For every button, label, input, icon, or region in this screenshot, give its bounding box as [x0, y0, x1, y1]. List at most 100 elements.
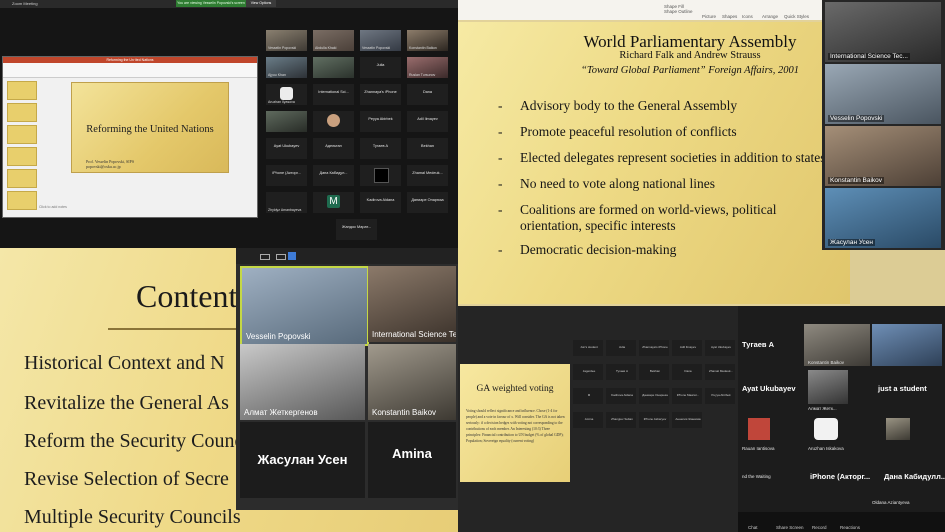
participant-tile[interactable]: iPhone Максат...: [672, 388, 702, 404]
ribbon-picture[interactable]: Picture: [702, 14, 716, 19]
ppt-ribbon[interactable]: Picture Shapes Icons Arrange Quick Style…: [458, 0, 822, 20]
grid-view-icon[interactable]: [288, 252, 296, 260]
participant-tile[interactable]: Ayat Ukubayev: [705, 340, 735, 356]
slide-thumbnail[interactable]: [7, 169, 37, 188]
participant-tile[interactable]: Jagerdee: [573, 364, 603, 380]
participant-tile[interactable]: Adil Ilmayev: [672, 340, 702, 356]
slide-thumbnail[interactable]: [7, 125, 37, 144]
participant-tile[interactable]: Konstantin Baikov: [407, 30, 448, 51]
notes-pane[interactable]: Click to add notes: [39, 205, 253, 212]
speaker-view-icon[interactable]: [260, 254, 270, 260]
participant-tile[interactable]: Даниаре Онарюза: [407, 192, 448, 213]
gallery-view-icon[interactable]: [276, 254, 286, 260]
participant-tile[interactable]: Julia: [606, 340, 636, 356]
participant-name: M: [587, 393, 591, 397]
participant-tile[interactable]: Алмат Жеткергенов: [240, 344, 365, 420]
participant-tile-active-speaker[interactable]: Vesselin Popovski: [240, 266, 369, 346]
participant-tile[interactable]: M: [573, 388, 603, 404]
participant-tile[interactable]: Дана Кабидул...: [313, 165, 354, 186]
share-screen-button[interactable]: Share Screen: [776, 525, 804, 530]
slide-thumbnail[interactable]: [7, 147, 37, 166]
slide-canvas[interactable]: World Parliamentary Assembly Richard Fal…: [458, 22, 850, 304]
participant-tile[interactable]: Ruslan Tursunov: [407, 57, 448, 78]
ppt-ribbon[interactable]: [3, 63, 257, 78]
participant-tile[interactable]: International Science Tec...: [368, 266, 456, 342]
record-button[interactable]: Record: [812, 525, 827, 530]
view-options-button[interactable]: View Options: [246, 0, 276, 7]
ribbon-shapes[interactable]: Shapes: [722, 14, 737, 19]
participant-label: Bekhan: [421, 144, 434, 148]
participant-tile[interactable]: Аннелия Жанкова: [672, 412, 702, 428]
participant-tile[interactable]: Bekhan: [407, 138, 448, 159]
participant-tile[interactable]: iPhone Asbaryev: [639, 412, 669, 428]
participant-label: Жасулан Усен: [257, 452, 348, 467]
participant-tile[interactable]: Zhannaya's iPhone: [360, 84, 401, 105]
participant-tile[interactable]: [313, 111, 354, 132]
participant-tile[interactable]: [808, 370, 848, 404]
participant-tile[interactable]: [360, 165, 401, 186]
participant-tile[interactable]: Peyya Abirbek: [705, 388, 735, 404]
participant-tile[interactable]: [266, 111, 307, 132]
ribbon-icons[interactable]: Icons: [742, 14, 753, 19]
participant-tile[interactable]: Жандос Марат...: [336, 219, 377, 240]
participant-tile[interactable]: Zhamal Medeuk...: [407, 165, 448, 186]
participant-tile[interactable]: Kadirova Aidana: [606, 388, 636, 404]
ribbon-quick-styles[interactable]: Quick Styles: [784, 14, 809, 19]
participant-tile[interactable]: Amina: [573, 412, 603, 428]
participant-tile[interactable]: Bekhan: [639, 364, 669, 380]
video-feed: [266, 111, 307, 132]
avatar: [327, 114, 340, 127]
slide-thumbnails: [5, 79, 37, 210]
participant-label: Julia: [376, 63, 385, 67]
participant-tile[interactable]: Адельтан: [313, 138, 354, 159]
participant-tile[interactable]: Жасулан Усен: [240, 422, 365, 498]
participant-tile[interactable]: Jun's student: [573, 340, 603, 356]
chat-button[interactable]: Chat: [748, 525, 758, 530]
participant-tile[interactable]: Жасулан Усен: [825, 188, 941, 248]
slide-canvas[interactable]: Reforming the United Nations Prof. Vesse…: [71, 82, 229, 173]
slide-thumbnail[interactable]: [7, 191, 37, 210]
ribbon-shape-outline[interactable]: Shape Outline: [664, 9, 693, 14]
participant-tile[interactable]: Даниаре Онарюза: [639, 388, 669, 404]
participant-tile[interactable]: Тугаев А: [360, 138, 401, 159]
participant-tile[interactable]: M: [313, 192, 354, 213]
participant-name: Тугаев А: [742, 340, 775, 349]
participant-tile[interactable]: [313, 57, 354, 78]
participant-tile[interactable]: International Sci...: [313, 84, 354, 105]
participant-tile[interactable]: Zhannaya's iPhone: [639, 340, 669, 356]
participant-tile[interactable]: Amina: [368, 422, 456, 498]
participant-tile[interactable]: Vesselin Popovski: [825, 64, 941, 124]
participant-tile[interactable]: iPhone (Акторг...: [266, 165, 307, 186]
slide-canvas[interactable]: GA weighted voting Voting should reflect…: [460, 364, 570, 482]
participant-tile[interactable]: Dana: [407, 84, 448, 105]
participant-tile[interactable]: [872, 324, 942, 366]
avatar: [748, 418, 770, 440]
slide-title: GA weighted voting: [476, 384, 554, 394]
participant-tile[interactable]: Konstantin Baikov: [368, 344, 456, 420]
participant-tile[interactable]: Adil Ilmayev: [407, 111, 448, 132]
participant-tile[interactable]: Julia: [360, 57, 401, 78]
participant-tile[interactable]: Zhangiev Sultan: [606, 412, 636, 428]
participant-tile[interactable]: Abdulla Khaki: [313, 30, 354, 51]
participant-tile[interactable]: Peyya Abirbek: [360, 111, 401, 132]
slide-thumbnail[interactable]: [7, 81, 37, 100]
participant-tile[interactable]: Тугаев А: [606, 364, 636, 380]
participant-tile[interactable]: International Science Tec...: [825, 2, 941, 62]
participant-tile[interactable]: Dana: [672, 364, 702, 380]
participant-tile[interactable]: Vesselin Popovski: [266, 30, 307, 51]
participant-tile[interactable]: Kadirova Aidana: [360, 192, 401, 213]
window-title: Zoom Meeting: [12, 1, 38, 6]
participant-tile[interactable]: Konstantin Baikov: [825, 126, 941, 186]
participant-tile[interactable]: Aruzhan Ilyasova: [266, 84, 307, 105]
reactions-button[interactable]: Reactions: [840, 525, 860, 530]
view-toolbar[interactable]: [236, 248, 458, 264]
participant-tile[interactable]: Zhyldyz Amanbayeva: [266, 192, 307, 213]
participant-tile[interactable]: Zhamal Medeuk...: [705, 364, 735, 380]
slide-thumbnail[interactable]: [7, 103, 37, 122]
participant-tile[interactable]: Ayat Ukubayev: [266, 138, 307, 159]
participant-name: Алмат Жетк...: [808, 406, 837, 411]
participant-tile[interactable]: Ajyuu Khan: [266, 57, 307, 78]
avatar: [814, 418, 838, 440]
participant-tile[interactable]: Vesselin Popovski: [360, 30, 401, 51]
ribbon-arrange[interactable]: Arrange: [762, 14, 778, 19]
